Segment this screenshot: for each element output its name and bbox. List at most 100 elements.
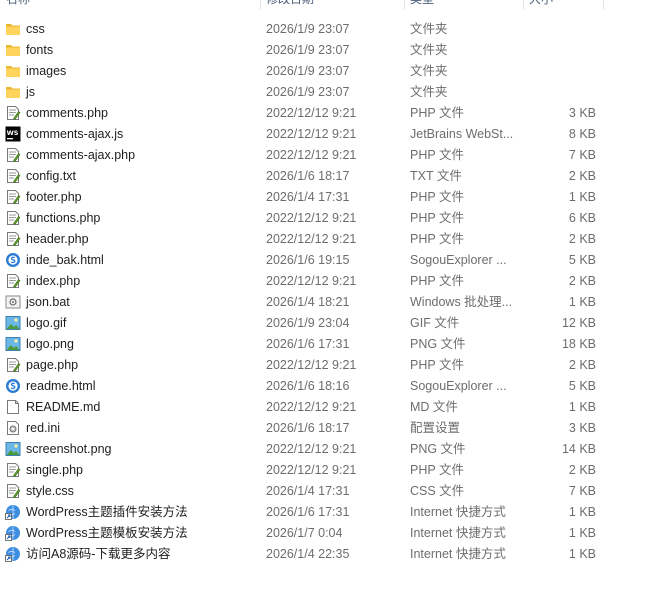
file-row[interactable]: json.bat 2026/1/4 18:21 Windows 批处理... 1 KB <box>0 292 672 313</box>
file-row[interactable]: config.txt 2026/1/6 18:17 TXT 文件 2 KB <box>0 166 672 187</box>
file-row[interactable]: js 2026/1/9 23:07 文件夹 <box>0 82 672 103</box>
file-row[interactable]: index.php 2022/12/12 9:21 PHP 文件 2 KB <box>0 271 672 292</box>
file-name: fonts <box>26 43 54 57</box>
file-size: 1 KB <box>568 505 596 519</box>
config-file-icon <box>5 420 21 436</box>
folder-icon <box>5 42 21 58</box>
php-file-icon <box>5 147 21 163</box>
file-size: 8 KB <box>568 127 596 141</box>
image-file-icon <box>5 336 21 352</box>
file-date: 2022/12/12 9:21 <box>266 232 357 246</box>
file-row[interactable]: 访问A8源码-下载更多内容 2026/1/4 22:35 Internet 快捷方式… <box>0 544 672 565</box>
file-row[interactable]: comments.php 2022/12/12 9:21 PHP 文件 3 KB <box>0 103 672 124</box>
column-divider[interactable] <box>260 0 261 10</box>
internet-shortcut-icon <box>5 525 21 541</box>
internet-shortcut-icon <box>5 546 21 562</box>
file-row[interactable]: readme.html 2026/1/6 18:16 SogouExplorer .… <box>0 376 672 397</box>
file-row[interactable]: red.ini 2026/1/6 18:17 配置设置 3 KB <box>0 418 672 439</box>
file-name: functions.php <box>26 211 101 225</box>
file-size: 2 KB <box>568 232 596 246</box>
php-file-icon <box>5 105 21 121</box>
file-row[interactable]: logo.gif 2026/1/9 23:04 GIF 文件 12 KB <box>0 313 672 334</box>
sogou-html-icon <box>5 252 21 268</box>
column-divider[interactable] <box>603 0 604 10</box>
file-date: 2022/12/12 9:21 <box>266 106 357 120</box>
file-row[interactable]: logo.png 2026/1/6 17:31 PNG 文件 18 KB <box>0 334 672 355</box>
file-row[interactable]: style.css 2026/1/4 17:31 CSS 文件 7 KB <box>0 481 672 502</box>
column-header-type[interactable]: 类型 <box>410 0 434 10</box>
php-file-icon <box>5 462 21 478</box>
file-name: 访问A8源码-下载更多内容 <box>26 547 171 561</box>
file-row[interactable]: images 2026/1/9 23:07 文件夹 <box>0 61 672 82</box>
file-type: JetBrains WebSt... <box>410 127 514 141</box>
php-file-icon <box>5 189 21 205</box>
file-size: 3 KB <box>568 106 596 120</box>
file-name: WordPress主题模板安装方法 <box>26 526 188 540</box>
file-date: 2026/1/9 23:07 <box>266 22 350 36</box>
file-row[interactable]: README.md 2022/12/12 9:21 MD 文件 1 KB <box>0 397 672 418</box>
blank-file-icon <box>5 399 21 415</box>
file-row[interactable]: WordPress主题模板安装方法 2026/1/7 0:04 Internet 快… <box>0 523 672 544</box>
php-file-icon <box>5 210 21 226</box>
file-name: comments-ajax.js <box>26 127 124 141</box>
file-type: PHP 文件 <box>410 274 464 288</box>
file-row[interactable]: header.php 2022/12/12 9:21 PHP 文件 2 KB <box>0 229 672 250</box>
column-divider[interactable] <box>404 0 405 10</box>
file-type: 文件夹 <box>410 85 448 99</box>
folder-icon <box>5 84 21 100</box>
file-date: 2022/12/12 9:21 <box>266 127 357 141</box>
file-size: 2 KB <box>568 274 596 288</box>
file-name: header.php <box>26 232 89 246</box>
column-divider[interactable] <box>523 0 524 10</box>
file-type: GIF 文件 <box>410 316 460 330</box>
file-size: 18 KB <box>561 337 596 351</box>
internet-shortcut-icon <box>5 504 21 520</box>
file-type: 文件夹 <box>410 22 448 36</box>
file-row[interactable]: WordPress主题插件安装方法 2026/1/6 17:31 Internet … <box>0 502 672 523</box>
file-name: comments.php <box>26 106 108 120</box>
file-type: SogouExplorer ... <box>410 379 507 393</box>
file-row[interactable]: fonts 2026/1/9 23:07 文件夹 <box>0 40 672 61</box>
file-row[interactable]: comments-ajax.php 2022/12/12 9:21 PHP 文件 7 … <box>0 145 672 166</box>
file-name: js <box>26 85 36 99</box>
file-name: logo.gif <box>26 316 67 330</box>
file-name: logo.png <box>26 337 74 351</box>
file-size: 7 KB <box>568 148 596 162</box>
file-size: 1 KB <box>568 295 596 309</box>
column-header-date[interactable]: 修改日期 <box>266 0 314 10</box>
file-type: PHP 文件 <box>410 211 464 225</box>
file-name: json.bat <box>26 295 70 309</box>
file-date: 2026/1/6 17:31 <box>266 337 350 351</box>
file-name: inde_bak.html <box>26 253 104 267</box>
file-date: 2022/12/12 9:21 <box>266 400 357 414</box>
file-size: 6 KB <box>568 211 596 225</box>
file-name: images <box>26 64 67 78</box>
file-type: Internet 快捷方式 <box>410 505 506 519</box>
file-row[interactable]: WS comments-ajax.js 2022/12/12 9:21 JetBrai… <box>0 124 672 145</box>
file-type: PHP 文件 <box>410 463 464 477</box>
column-header-name[interactable]: 名称 <box>6 0 30 10</box>
file-name: red.ini <box>26 421 61 435</box>
file-type: PHP 文件 <box>410 106 464 120</box>
image-file-icon <box>5 315 21 331</box>
file-type: Internet 快捷方式 <box>410 526 506 540</box>
file-date: 2026/1/6 18:17 <box>266 421 350 435</box>
file-row[interactable]: functions.php 2022/12/12 9:21 PHP 文件 6 KB <box>0 208 672 229</box>
text-file-icon <box>5 168 21 184</box>
file-size: 14 KB <box>561 442 596 456</box>
svg-text:WS: WS <box>7 129 19 137</box>
file-row[interactable]: css 2026/1/9 23:07 文件夹 <box>0 19 672 40</box>
webstorm-file-icon: WS <box>5 126 21 142</box>
file-size: 12 KB <box>561 316 596 330</box>
file-row[interactable]: single.php 2022/12/12 9:21 PHP 文件 2 KB <box>0 460 672 481</box>
file-name: README.md <box>26 400 101 414</box>
file-row[interactable]: screenshot.png 2022/12/12 9:21 PNG 文件 14 KB <box>0 439 672 460</box>
php-file-icon <box>5 483 21 499</box>
file-name: readme.html <box>26 379 96 393</box>
file-type: PNG 文件 <box>410 442 466 456</box>
column-header-size[interactable]: 大小 <box>529 0 553 10</box>
file-row[interactable]: inde_bak.html 2026/1/6 19:15 SogouExplorer… <box>0 250 672 271</box>
file-row[interactable]: page.php 2022/12/12 9:21 PHP 文件 2 KB <box>0 355 672 376</box>
file-row[interactable]: footer.php 2026/1/4 17:31 PHP 文件 1 KB <box>0 187 672 208</box>
file-size: 2 KB <box>568 463 596 477</box>
